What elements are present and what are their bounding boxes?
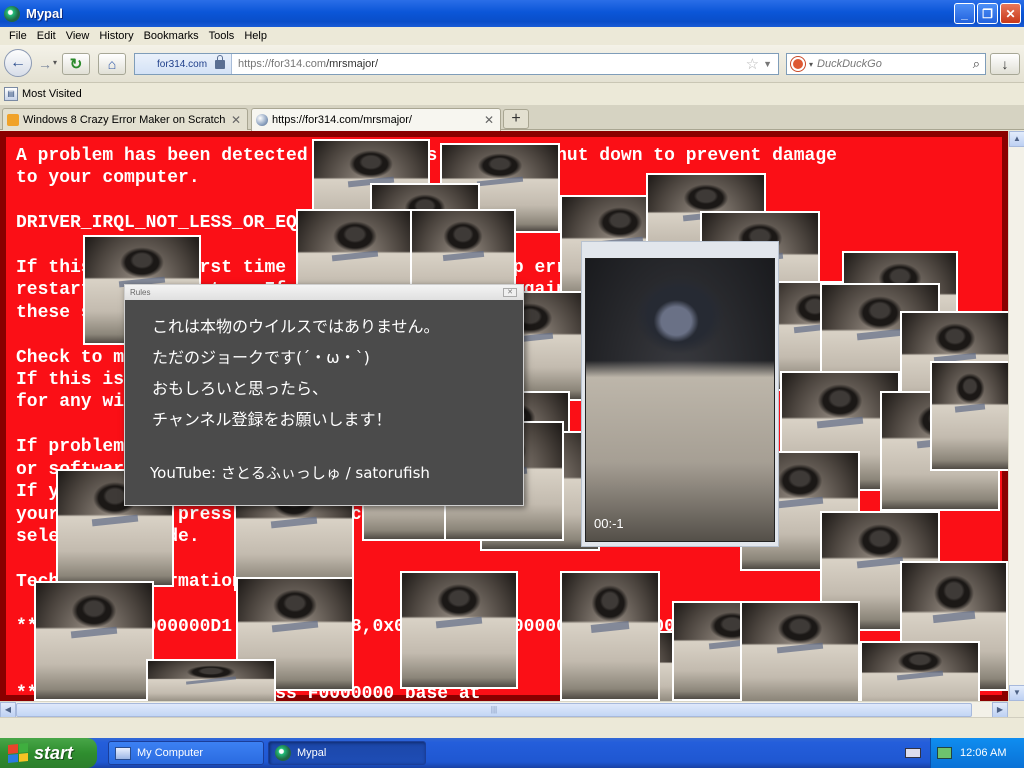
menu-history[interactable]: History: [94, 30, 138, 42]
search-input[interactable]: DuckDuckGo: [817, 58, 973, 70]
doll-image: [930, 361, 1008, 471]
video-timestamp: 00:-1: [594, 516, 624, 531]
history-dropdown-icon[interactable]: ▾: [53, 58, 57, 67]
scratch-favicon-icon: [7, 113, 19, 126]
site-identity-label: for314.com: [157, 58, 208, 70]
tab-close-icon[interactable]: ✕: [484, 113, 494, 127]
system-tray: 12:06 AM: [930, 738, 1024, 768]
windows-logo-icon: [8, 742, 28, 764]
downloads-button[interactable]: ↓: [990, 53, 1020, 75]
doll-image: [34, 581, 154, 701]
horizontal-scroll-thumb[interactable]: |||: [16, 703, 972, 717]
dialog-youtube-credit: YouTube: さとるふぃっしゅ / satorufish: [150, 464, 430, 482]
menu-edit[interactable]: Edit: [32, 30, 61, 42]
menu-help[interactable]: Help: [239, 30, 272, 42]
url-path: /mrsmajor/: [326, 58, 379, 70]
tray-network-icon[interactable]: [937, 747, 952, 759]
menu-bookmarks[interactable]: Bookmarks: [139, 30, 204, 42]
address-bar[interactable]: for314.com https://for314.com/mrsmajor/ …: [134, 53, 779, 75]
reload-button[interactable]: ↻: [62, 53, 90, 75]
scroll-right-icon[interactable]: ▶: [992, 702, 1008, 718]
tab-scratch[interactable]: Windows 8 Crazy Error Maker on Scratch ✕: [2, 108, 248, 130]
doll-image: [146, 659, 276, 701]
window-title: Mypal: [26, 6, 63, 21]
new-tab-button[interactable]: +: [503, 109, 529, 129]
bookmarks-toolbar: ▤ Most Visited: [0, 84, 1024, 104]
mypal-icon: [275, 745, 291, 761]
url-dropdown-icon[interactable]: ▼: [763, 59, 772, 69]
minimize-button[interactable]: _: [954, 3, 975, 24]
menu-view[interactable]: View: [61, 30, 95, 42]
dialog-line: チャンネル登録をお願いします！: [152, 410, 392, 429]
home-button[interactable]: ⌂: [98, 53, 126, 75]
taskbar-item-label: My Computer: [137, 747, 204, 759]
most-visited-icon: ▤: [4, 87, 18, 101]
scroll-up-icon[interactable]: ▲: [1009, 131, 1024, 147]
dialog-line: おもしろいと思ったら、: [152, 379, 329, 398]
clock[interactable]: 12:06 AM: [960, 747, 1006, 759]
menu-file[interactable]: File: [4, 30, 32, 42]
doll-image: [860, 641, 980, 701]
url-input[interactable]: https://for314.com/mrsmajor/: [232, 58, 746, 70]
url-host: https://for314.com: [238, 58, 327, 70]
reload-icon: ↻: [69, 56, 83, 73]
window-controls: _ ❐ ✕: [954, 3, 1021, 24]
back-button[interactable]: ←: [4, 49, 32, 77]
doll-image: [740, 601, 860, 701]
video-player-window[interactable]: 00:-1: [581, 241, 779, 547]
my-computer-icon: [115, 746, 131, 760]
rules-dialog[interactable]: Rules ✕ これは本物のウイルスではありません。 ただのジョークです(´・ω…: [124, 284, 524, 506]
bookmark-star-icon[interactable]: ☆: [746, 55, 759, 73]
window-titlebar[interactable]: Mypal _ ❐ ✕: [0, 0, 1024, 27]
menu-tools[interactable]: Tools: [204, 30, 240, 42]
lock-icon: [215, 54, 226, 69]
page-content[interactable]: A problem has been detected and Windows …: [0, 131, 1008, 701]
forward-arrow-icon: →: [38, 56, 52, 72]
download-arrow-icon: ↓: [1001, 56, 1009, 72]
site-identity-button[interactable]: for314.com: [135, 54, 233, 74]
tab-label: https://for314.com/mrsmajor/: [272, 114, 412, 126]
back-arrow-icon: ←: [10, 54, 26, 71]
search-icon[interactable]: ⌕: [973, 56, 980, 72]
menu-bar: File Edit View History Bookmarks Tools H…: [0, 27, 1024, 45]
tab-close-icon[interactable]: ✕: [231, 113, 241, 127]
duckduckgo-icon[interactable]: [791, 57, 805, 71]
mypal-app-icon: [4, 5, 20, 22]
tab-label: Windows 8 Crazy Error Maker on Scratch: [23, 113, 226, 126]
video-screen[interactable]: 00:-1: [585, 258, 775, 542]
taskbar-item-mypal[interactable]: Mypal: [268, 741, 426, 765]
tab-strip: Windows 8 Crazy Error Maker on Scratch ✕…: [0, 105, 1024, 131]
start-button[interactable]: start: [0, 738, 97, 768]
dialog-title: Rules ✕: [125, 285, 523, 300]
taskbar: start My Computer Mypal 12:06 AM: [0, 738, 1024, 768]
taskbar-item-my-computer[interactable]: My Computer: [108, 741, 264, 765]
status-bar: [0, 717, 1024, 738]
close-button[interactable]: ✕: [1000, 3, 1021, 24]
taskbar-item-label: Mypal: [297, 747, 327, 759]
start-label: start: [34, 742, 74, 763]
doll-image: [560, 571, 660, 701]
dialog-line: これは本物のウイルスではありません。: [152, 317, 440, 336]
horizontal-scrollbar[interactable]: ◀ ||| ▶: [0, 701, 1008, 718]
scroll-down-icon[interactable]: ▼: [1009, 685, 1024, 701]
globe-favicon-icon: [256, 114, 268, 126]
bookmark-most-visited[interactable]: Most Visited: [22, 88, 82, 100]
scroll-corner: [1008, 701, 1024, 717]
scroll-left-icon[interactable]: ◀: [0, 702, 16, 718]
keyboard-icon[interactable]: [905, 748, 921, 758]
home-icon: ⌂: [107, 56, 117, 72]
vertical-scrollbar[interactable]: ▲ ▼: [1008, 131, 1024, 701]
doll-image: [400, 571, 518, 689]
tab-mrsmajor[interactable]: https://for314.com/mrsmajor/ ✕: [251, 108, 501, 131]
navigation-toolbar: ← → ▾ ↻ ⌂ for314.com https://for314.com/…: [0, 45, 1024, 83]
search-bar[interactable]: ▾ DuckDuckGo ⌕: [786, 53, 986, 75]
search-engine-dropdown-icon[interactable]: ▾: [809, 60, 813, 69]
maximize-button[interactable]: ❐: [977, 3, 998, 24]
plus-icon: +: [511, 110, 521, 127]
dialog-line: ただのジョークです(´・ω・`): [152, 348, 370, 367]
dialog-close-button[interactable]: ✕: [503, 288, 517, 297]
dialog-body: これは本物のウイルスではありません。 ただのジョークです(´・ω・`) おもしろ…: [125, 300, 523, 491]
dialog-title-text: Rules: [130, 288, 151, 297]
